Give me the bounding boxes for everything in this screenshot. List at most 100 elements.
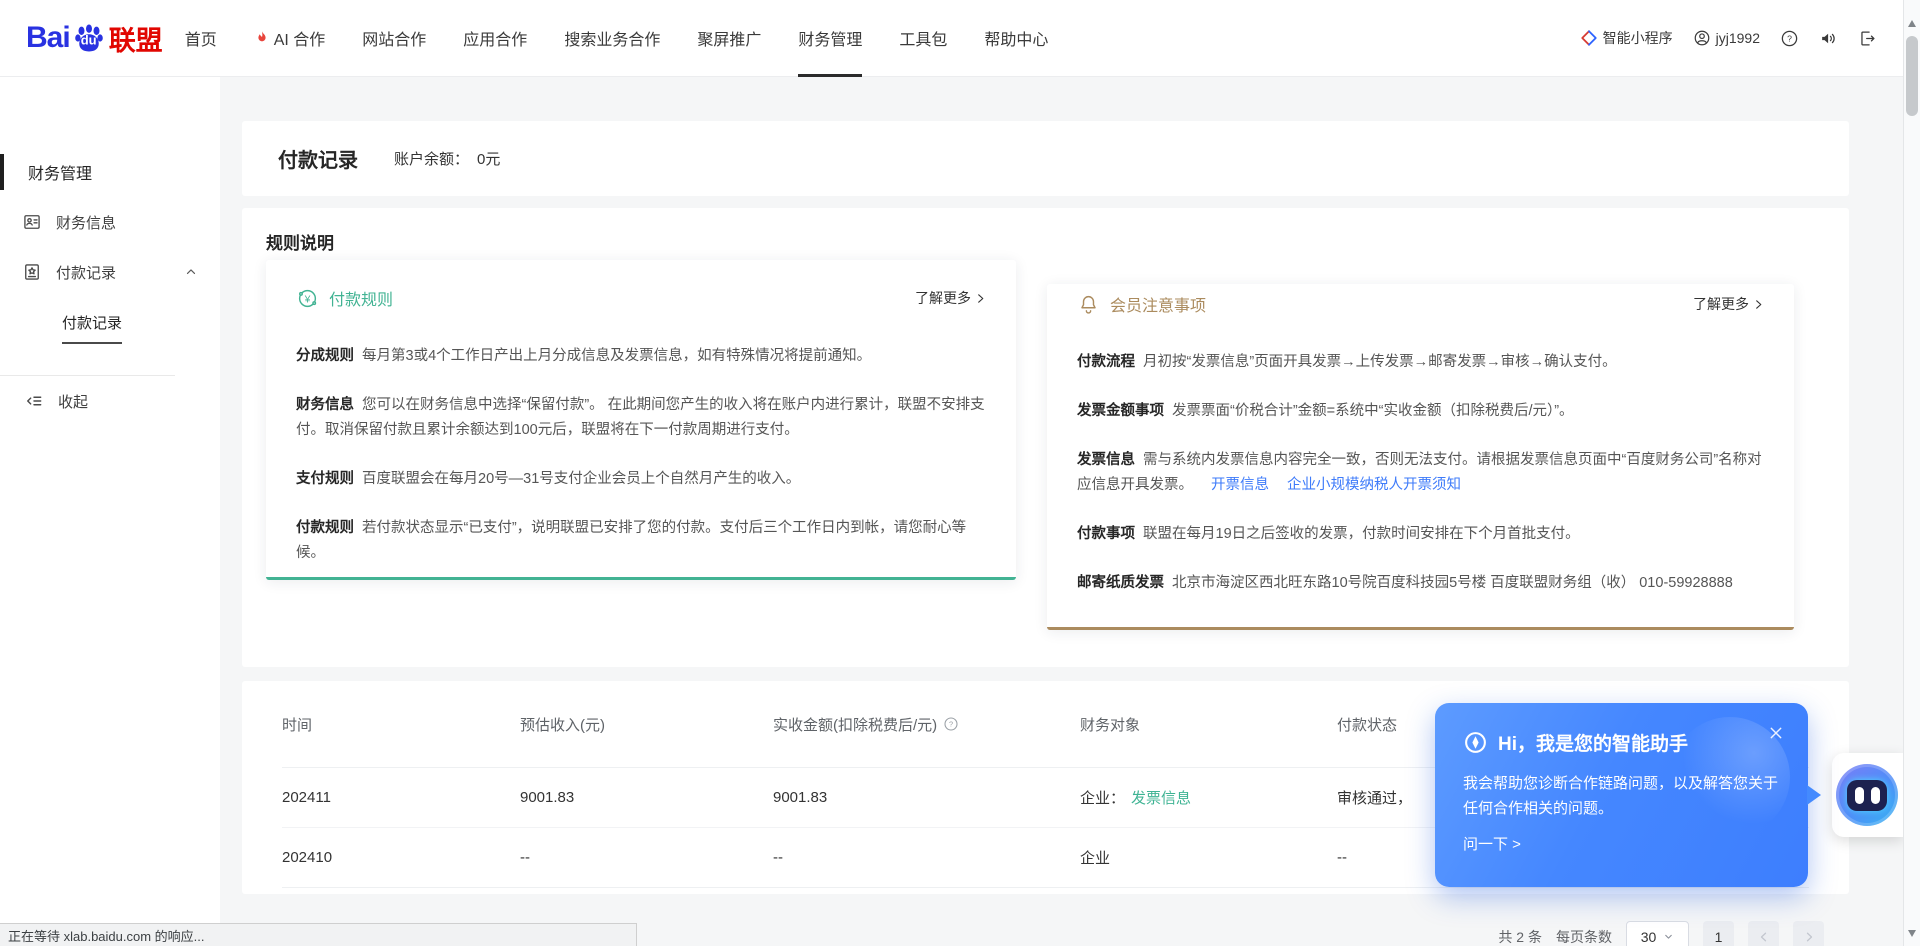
column-header-time: 时间: [282, 714, 520, 735]
nav-item-search-biz[interactable]: 搜索业务合作: [564, 0, 660, 77]
nav-menu: 首页 AI 合作 网站合作 应用合作 搜索业务合作 聚屏推广 财务管理 工具包 …: [185, 0, 1049, 77]
rule-item: 支付规则百度联盟会在每月20号—31号支付企业会员上个自然月产生的收入。: [296, 467, 986, 492]
select-caret-icon: [1663, 931, 1674, 942]
mini-program-icon: [1580, 29, 1598, 47]
note-item-text: 月初按“发票信息”页面开具发票→上传发票→邮寄发票→审核→确认支付。: [1143, 354, 1617, 370]
assistant-ask-link[interactable]: 问一下 >: [1435, 821, 1808, 854]
cell-time: 202410: [282, 849, 520, 866]
nav-item-help-center[interactable]: 帮助中心: [984, 0, 1048, 77]
note-item: 发票信息需与系统内发票信息内容完全一致，否则无法支付。请根据发票信息页面中“百度…: [1077, 448, 1764, 498]
per-page-select[interactable]: 30: [1626, 921, 1689, 946]
cell-estimated: 9001.83: [520, 789, 773, 806]
rule-item-text: 百度联盟会在每月20号—31号支付企业会员上个自然月产生的收入。: [362, 471, 800, 487]
user-account[interactable]: jyj1992: [1693, 29, 1760, 47]
sidebar-subitem-payment-records[interactable]: 付款记录: [0, 297, 220, 347]
payment-rules-panel: ¥ 付款规则 了解更多 分成规则每月第3或4个工作日产出上月分成信息及发票信息，…: [266, 260, 1016, 580]
compass-icon: [1463, 730, 1488, 755]
rule-item-label: 支付规则: [296, 471, 354, 487]
logout-icon[interactable]: [1858, 29, 1877, 48]
member-notes-panel: 会员注意事项 了解更多 付款流程月初按“发票信息”页面开具发票→上传发票→邮寄发…: [1047, 284, 1794, 630]
prev-page-button[interactable]: [1748, 921, 1779, 946]
balance-label: 账户余额：: [394, 151, 469, 168]
help-icon[interactable]: ?: [1780, 29, 1799, 48]
page-number-button[interactable]: 1: [1703, 921, 1734, 946]
next-page-button[interactable]: [1793, 921, 1824, 946]
payment-rules-more-link[interactable]: 了解更多: [915, 288, 986, 308]
logo-text-du: du: [81, 33, 97, 48]
assistant-dock: [1832, 753, 1903, 837]
rule-item-text: 若付款状态显示“已支付”，说明联盟已安排了您的付款。支付后三个工作日内到帐，请您…: [296, 520, 966, 561]
rule-item-label: 财务信息: [296, 397, 354, 413]
assistant-robot-button[interactable]: [1836, 764, 1898, 826]
nav-item-finance[interactable]: 财务管理: [798, 0, 862, 77]
note-item: 付款事项联盟在每月19日之后签收的发票，付款时间安排在下个月首批支付。: [1077, 522, 1764, 547]
sidebar-item-finance-info[interactable]: 财务信息: [0, 197, 220, 247]
nav-item-home[interactable]: 首页: [185, 0, 217, 77]
column-header-entity: 财务对象: [1080, 714, 1337, 735]
member-notes-more-link[interactable]: 了解更多: [1693, 294, 1764, 314]
sidebar-collapse-button[interactable]: 收起: [0, 376, 220, 426]
cell-estimated: --: [520, 849, 773, 866]
per-page-label: 每页条数: [1556, 927, 1612, 946]
nav-item-ai[interactable]: AI 合作: [254, 0, 326, 77]
cell-entity: 企业: [1080, 847, 1337, 868]
column-header-received: 实收金额(扣除税费后/元) ?: [773, 714, 1080, 735]
logo-text-bai: Bai: [26, 21, 70, 55]
top-navigation: Bai du 联盟 首页 AI 合作 网站合作 应用合作 搜索业务合作 聚屏推广…: [0, 0, 1903, 77]
finance-info-icon: [22, 212, 42, 232]
invoice-info-table-link[interactable]: 发票信息: [1131, 787, 1191, 808]
page-title: 付款记录: [278, 144, 358, 173]
scroll-down-arrow-icon[interactable]: [1908, 930, 1916, 937]
note-item: 付款流程月初按“发票信息”页面开具发票→上传发票→邮寄发票→审核→确认支付。: [1077, 350, 1764, 375]
rule-item-label: 付款规则: [296, 520, 354, 536]
chevron-up-icon[interactable]: [184, 265, 198, 279]
nav-item-toolkit[interactable]: 工具包: [899, 0, 947, 77]
cell-received: --: [773, 849, 1080, 866]
baidu-union-logo[interactable]: Bai du 联盟: [26, 19, 163, 58]
note-item-text: 北京市海淀区西北旺东路10号院百度科技园5号楼 百度联盟财务组（收） 010-5…: [1172, 575, 1733, 591]
note-item-text: 联盟在每月19日之后签收的发票，付款时间安排在下个月首批支付。: [1143, 526, 1580, 542]
note-item-label: 付款事项: [1077, 526, 1135, 542]
chevron-right-icon: [1753, 299, 1764, 310]
browser-status-bar: 正在等待 xlab.baidu.com 的响应...: [0, 923, 637, 946]
rule-item-label: 分成规则: [296, 348, 354, 364]
account-balance: 账户余额： 0元: [394, 148, 500, 169]
scrollbar-thumb[interactable]: [1906, 36, 1918, 116]
nav-right-tools: 智能小程序 jyj1992 ?: [1580, 28, 1877, 48]
note-item-label: 发票信息: [1077, 452, 1135, 468]
note-item-text: 发票票面“价税合计”金额=系统中“实收金额（扣除税费后/元）”。: [1172, 403, 1574, 419]
rule-item: 付款规则若付款状态显示“已支付”，说明联盟已安排了您的付款。支付后三个工作日内到…: [296, 516, 986, 566]
note-item: 邮寄纸质发票北京市海淀区西北旺东路10号院百度科技园5号楼 百度联盟财务组（收）…: [1077, 571, 1764, 596]
svg-text:?: ?: [949, 720, 953, 729]
rules-card: 规则说明 ¥ 付款规则 了解更多 分成规则每月第3或4个工作日产出上月分成信息及…: [242, 208, 1849, 667]
assistant-message: 我会帮助您诊断合作链路问题，以及解答您关于任何合作相关的问题。: [1435, 756, 1808, 821]
cell-received: 9001.83: [773, 789, 1080, 806]
scroll-up-arrow-icon[interactable]: [1908, 20, 1916, 27]
sound-icon[interactable]: [1819, 29, 1838, 48]
rule-item-text: 每月第3或4个工作日产出上月分成信息及发票信息，如有特殊情况将提前通知。: [362, 348, 871, 364]
svg-text:¥: ¥: [304, 294, 311, 305]
user-icon: [1693, 29, 1711, 47]
cell-time: 202411: [282, 789, 520, 806]
sidebar-item-payment-records[interactable]: 付款记录: [0, 247, 220, 297]
member-notes-icon: [1077, 293, 1100, 316]
vertical-scrollbar[interactable]: [1903, 0, 1920, 946]
nav-item-app[interactable]: 应用合作: [463, 0, 527, 77]
assistant-title: Hi，我是您的智能助手: [1498, 729, 1688, 756]
balance-value: 0元: [477, 151, 500, 168]
nav-item-screen-promo[interactable]: 聚屏推广: [697, 0, 761, 77]
payment-rules-icon: ¥: [296, 287, 319, 310]
cell-entity: 企业： 发票信息: [1080, 787, 1337, 808]
small-taxpayer-guide-link[interactable]: 企业小规模纳税人开票须知: [1287, 477, 1461, 493]
close-icon[interactable]: [1768, 725, 1784, 741]
mini-program-entry[interactable]: 智能小程序: [1580, 28, 1673, 48]
member-notes-title: 会员注意事项: [1110, 292, 1206, 316]
help-circle-icon[interactable]: ?: [943, 716, 959, 732]
flame-icon: [254, 29, 270, 47]
note-item-label: 发票金额事项: [1077, 403, 1164, 419]
sidebar-section-finance: 财务管理: [0, 147, 220, 197]
page-header-card: 付款记录 账户余额： 0元: [242, 121, 1849, 196]
nav-item-website[interactable]: 网站合作: [362, 0, 426, 77]
invoice-info-link[interactable]: 开票信息: [1211, 477, 1269, 493]
assistant-popup: Hi，我是您的智能助手 我会帮助您诊断合作链路问题，以及解答您关于任何合作相关的…: [1435, 703, 1808, 887]
